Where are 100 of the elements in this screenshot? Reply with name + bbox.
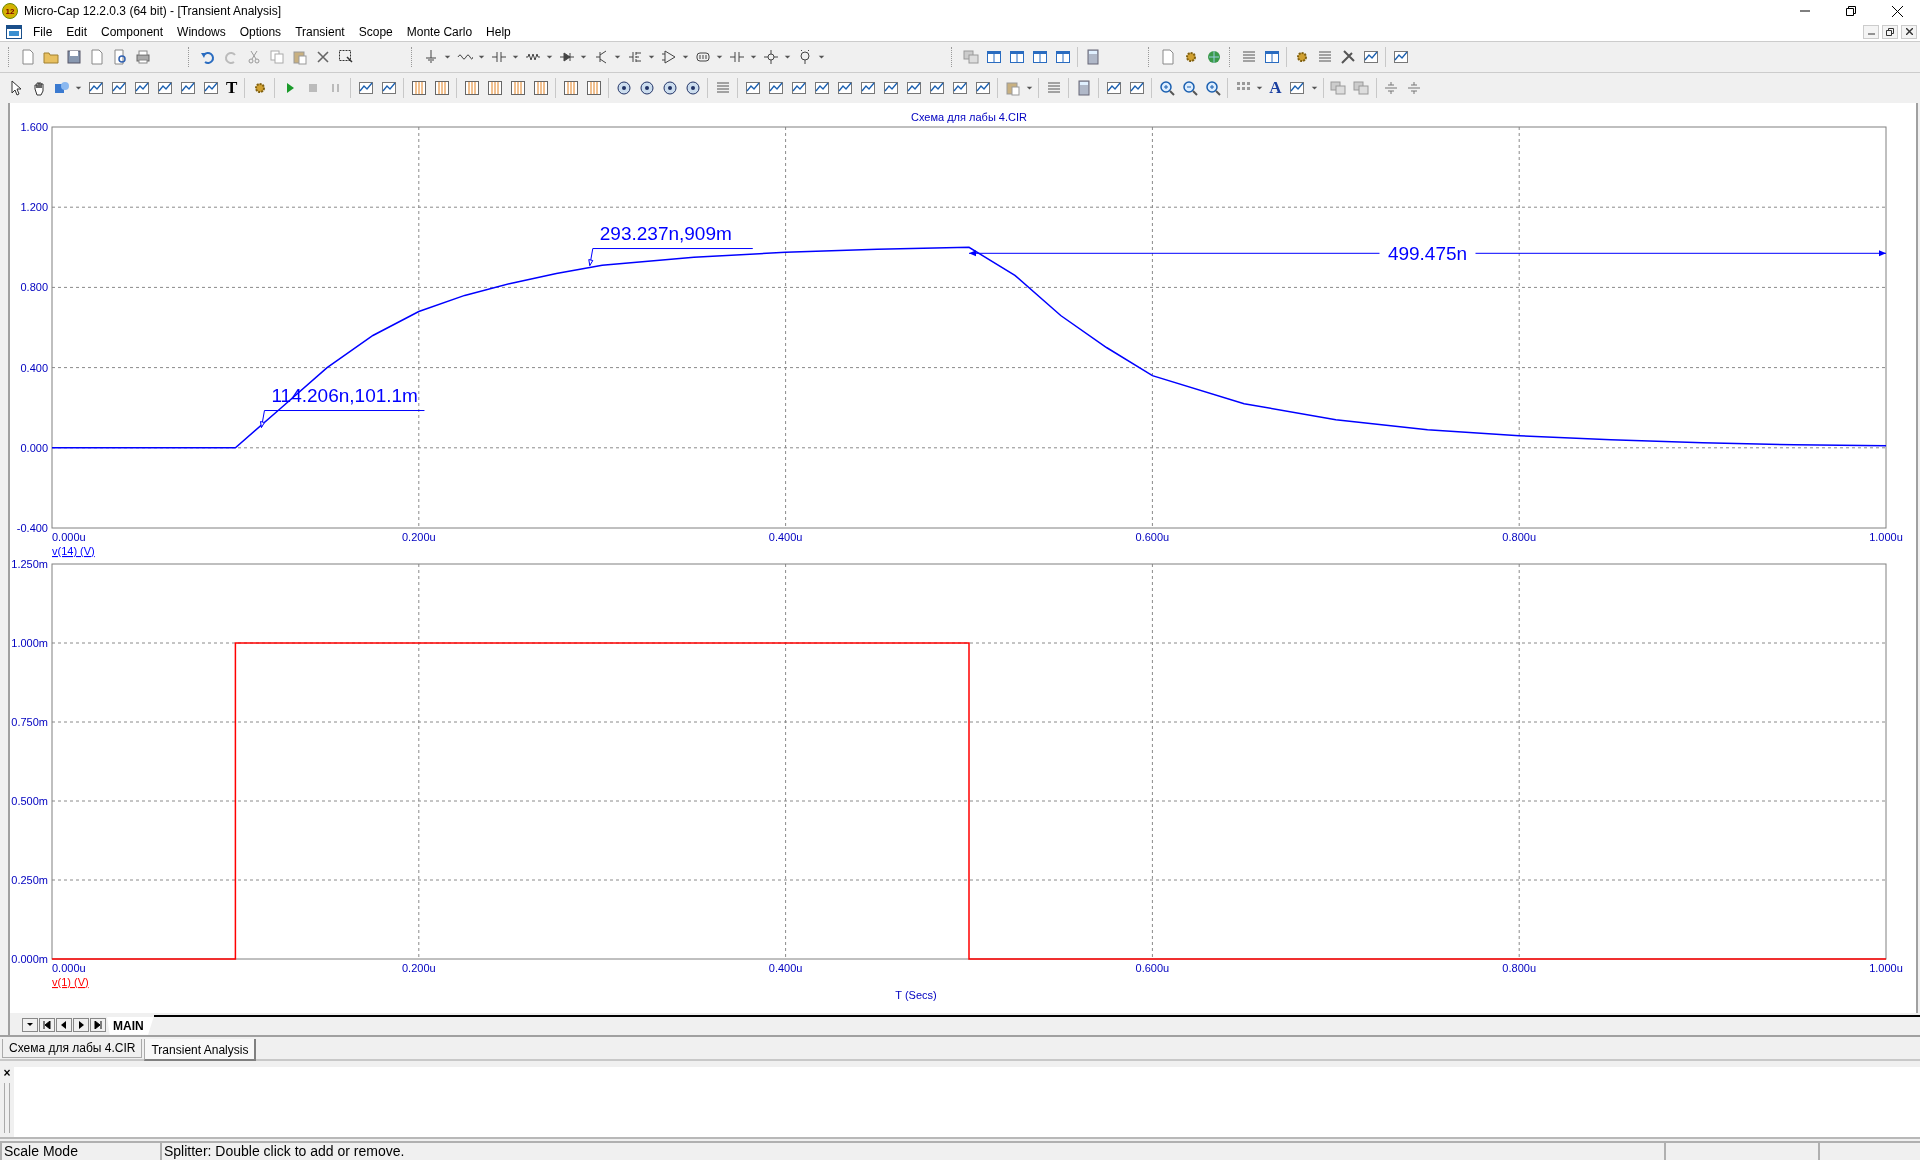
window-layout-icon[interactable]: [1054, 49, 1071, 66]
clipboard-icon[interactable]: [291, 49, 308, 66]
clipboard-icon[interactable]: [1004, 80, 1021, 97]
y-tick-label: 0.000: [20, 442, 48, 455]
x-tick-label: 0.600u: [1135, 962, 1170, 975]
menu-item[interactable]: Help: [479, 22, 518, 41]
grid-icon[interactable]: [585, 80, 602, 97]
chart-tool-icon[interactable]: [1289, 80, 1306, 97]
chart-tool-icon[interactable]: [859, 80, 876, 97]
chart-tool-icon[interactable]: [179, 80, 196, 97]
printer-icon[interactable]: [134, 49, 151, 66]
menu-item[interactable]: Transient: [288, 22, 352, 41]
menu-item[interactable]: Scope: [351, 22, 400, 41]
chart-tool-icon[interactable]: [790, 80, 807, 97]
window-layout-icon[interactable]: [1031, 49, 1048, 66]
y-tick-label: 0.500m: [11, 795, 48, 808]
grid-icon[interactable]: [433, 80, 450, 97]
app-logo: 12: [2, 3, 18, 19]
status-text: Splitter: Double click to add or remove.: [160, 1140, 1664, 1160]
menu-item[interactable]: Edit: [59, 22, 95, 41]
amplifier-symbol-icon[interactable]: [660, 49, 677, 66]
trace-label[interactable]: v(1) (V): [52, 976, 89, 989]
close-button[interactable]: ×: [3, 1066, 11, 1079]
restore-icon[interactable]: [1886, 27, 1894, 36]
previous-page-icon[interactable]: [60, 1020, 68, 1029]
trace-label[interactable]: v(14) (V): [52, 545, 95, 558]
caret-down-icon[interactable]: [26, 1020, 34, 1029]
y-tick-label: 1.600: [20, 121, 48, 134]
zoom-in-icon[interactable]: [1158, 80, 1175, 97]
chart-tool-icon[interactable]: [133, 80, 150, 97]
x-tick-label: 0.400u: [768, 531, 803, 544]
chart-tool-icon[interactable]: [1128, 80, 1145, 97]
annotation-label: 499.475n: [1387, 243, 1468, 265]
calculator-icon[interactable]: [1075, 80, 1092, 97]
grid-icon[interactable]: [410, 80, 427, 97]
menu-item[interactable]: Monte Carlo: [399, 22, 480, 41]
undo-icon[interactable]: [199, 49, 216, 66]
first-page-icon[interactable]: [43, 1020, 51, 1029]
window-layout-icon[interactable]: [1263, 49, 1280, 66]
chart-tool-icon[interactable]: [156, 80, 173, 97]
y-tick-label: -0.400: [16, 522, 48, 535]
circle-button-icon[interactable]: [638, 80, 655, 97]
menu-item[interactable]: Component: [94, 22, 171, 41]
menu-item[interactable]: Windows: [170, 22, 233, 41]
y-tick-label: 1.200: [20, 201, 48, 214]
window-layout-icon[interactable]: [1008, 49, 1025, 66]
window-icon[interactable]: [6, 24, 22, 39]
annotation-label: 293.237n,909m: [599, 223, 732, 245]
chart-tool-icon[interactable]: [1362, 49, 1379, 66]
chart-tool-icon[interactable]: [202, 80, 219, 97]
chart-tool-icon[interactable]: [882, 80, 899, 97]
grid-icon[interactable]: [562, 80, 579, 97]
close-icon[interactable]: [1891, 5, 1903, 17]
y-tick-label: 1.000m: [11, 637, 48, 650]
circle-button-icon[interactable]: [661, 80, 678, 97]
last-page-icon[interactable]: [94, 1020, 102, 1029]
grid-icon[interactable]: [486, 80, 503, 97]
close-icon[interactable]: [1905, 28, 1913, 36]
probe-symbol-icon[interactable]: [762, 49, 779, 66]
zoom-out-icon[interactable]: [1181, 80, 1198, 97]
preview-icon[interactable]: [111, 49, 128, 66]
chart-tool-icon[interactable]: [974, 80, 991, 97]
menu-item[interactable]: Options: [232, 22, 289, 41]
x-tick-label: 0.000u: [52, 531, 86, 544]
next-page-icon[interactable]: [77, 1020, 85, 1029]
window-layout-icon[interactable]: [985, 49, 1002, 66]
chart-tool-icon[interactable]: [905, 80, 922, 97]
splitter-handle[interactable]: [4, 1082, 10, 1133]
chart-tool-icon[interactable]: [1392, 49, 1409, 66]
text-tool-button[interactable]: T: [222, 78, 242, 99]
grid-icon[interactable]: [532, 80, 549, 97]
document-tab[interactable]: Схема для лабы 4.CIR: [2, 1038, 143, 1058]
y-tick-label: 0.250m: [11, 874, 48, 887]
circle-button-icon[interactable]: [615, 80, 632, 97]
x-axis-label: T (Secs): [895, 989, 937, 1002]
globe-icon[interactable]: [1205, 49, 1222, 66]
x-tick-label: 0.000u: [52, 962, 86, 975]
chart-tool-icon[interactable]: [836, 80, 853, 97]
chart-tool-icon[interactable]: [380, 80, 397, 97]
chart-tool-icon[interactable]: [110, 80, 127, 97]
chart-tool-icon[interactable]: [1105, 80, 1122, 97]
page-tab[interactable]: MAIN: [107, 1016, 154, 1035]
chart-tool-icon[interactable]: [357, 80, 374, 97]
circle-button-icon[interactable]: [684, 80, 701, 97]
chart-tool-icon[interactable]: [951, 80, 968, 97]
chart-tool-icon[interactable]: [767, 80, 784, 97]
calculator-icon[interactable]: [1084, 49, 1101, 66]
tools-icon[interactable]: [1339, 49, 1356, 66]
x-tick-label: 0.400u: [768, 962, 803, 975]
font-button[interactable]: A: [1265, 78, 1286, 99]
document-tab[interactable]: Transient Analysis: [144, 1038, 257, 1061]
chart-tool-icon[interactable]: [928, 80, 945, 97]
grid-icon[interactable]: [509, 80, 526, 97]
chart-tool-icon[interactable]: [744, 80, 761, 97]
restore-icon[interactable]: [1846, 6, 1856, 16]
chart-tool-icon[interactable]: [87, 80, 104, 97]
chart-tool-icon[interactable]: [813, 80, 830, 97]
menu-item[interactable]: File: [26, 22, 60, 41]
grid-icon[interactable]: [463, 80, 480, 97]
zoom-in-icon[interactable]: [1204, 80, 1221, 97]
